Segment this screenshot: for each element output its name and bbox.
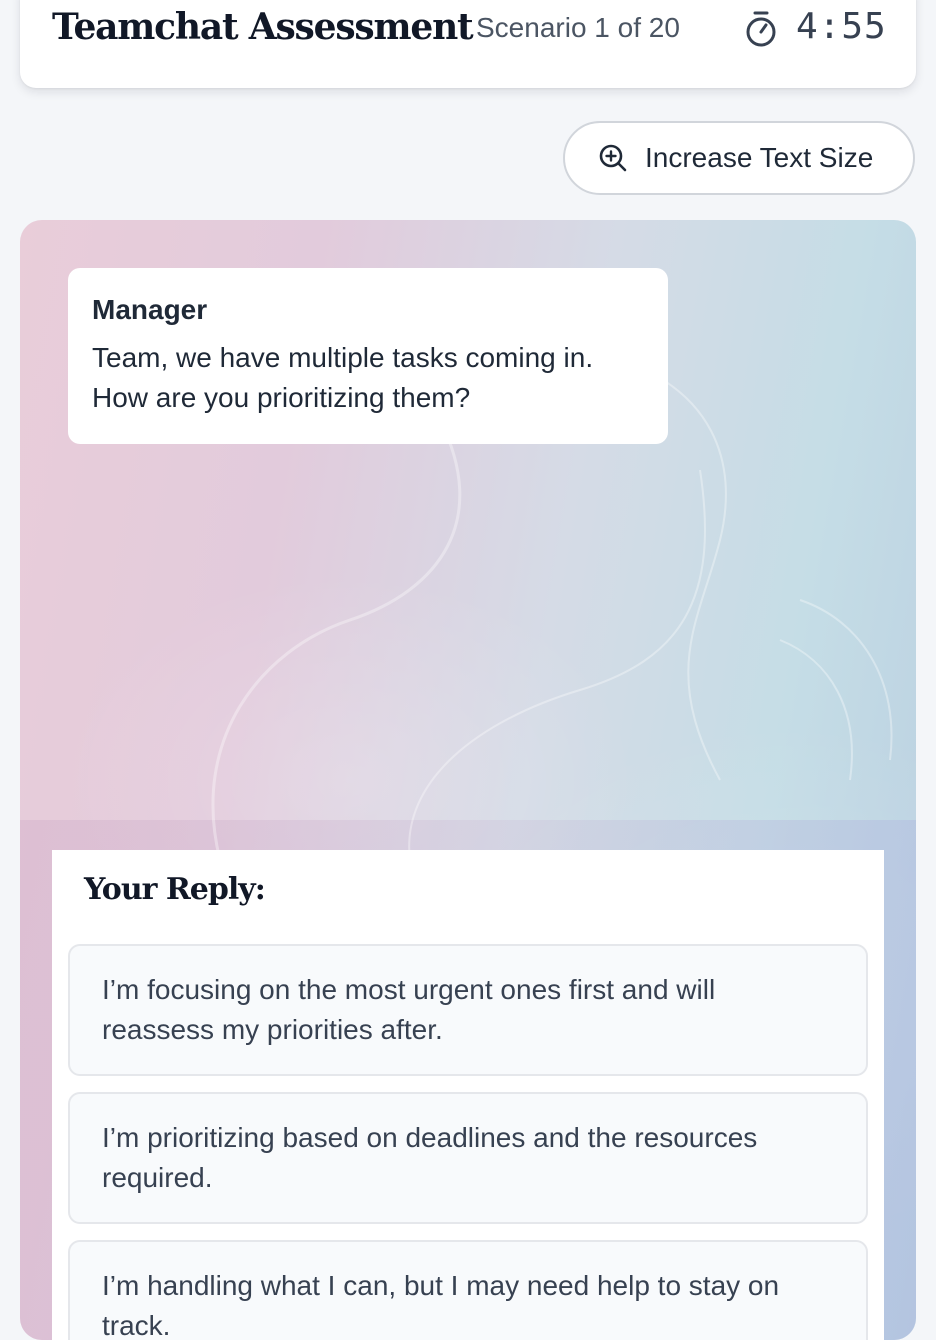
zoom-in-icon [599, 144, 627, 172]
reply-option-2[interactable]: I’m prioritizing based on deadlines and … [68, 1092, 868, 1224]
reply-option-3[interactable]: I’m handling what I can, but I may need … [68, 1240, 868, 1340]
reply-panel: Your Reply: I’m focusing on the most urg… [52, 850, 884, 1340]
manager-message: Manager Team, we have multiple tasks com… [68, 268, 668, 444]
stopwatch-icon [746, 11, 776, 47]
assessment-header: Teamchat Assessment Scenario 1 of 20 4:5… [20, 0, 916, 88]
reply-heading: Your Reply: [84, 872, 266, 907]
countdown-timer: 4:55 [796, 6, 887, 47]
chat-panel: Manager Team, we have multiple tasks com… [20, 220, 916, 1340]
increase-text-size-button[interactable]: Increase Text Size [563, 121, 915, 195]
message-text: Team, we have multiple tasks coming in. … [92, 342, 594, 413]
reply-option-1[interactable]: I’m focusing on the most urgent ones fir… [68, 944, 868, 1076]
message-sender: Manager [92, 294, 208, 325]
scenario-progress: Scenario 1 of 20 [476, 12, 680, 43]
increase-text-size-label: Increase Text Size [645, 142, 874, 173]
app-title: Teamchat Assessment [52, 6, 474, 48]
